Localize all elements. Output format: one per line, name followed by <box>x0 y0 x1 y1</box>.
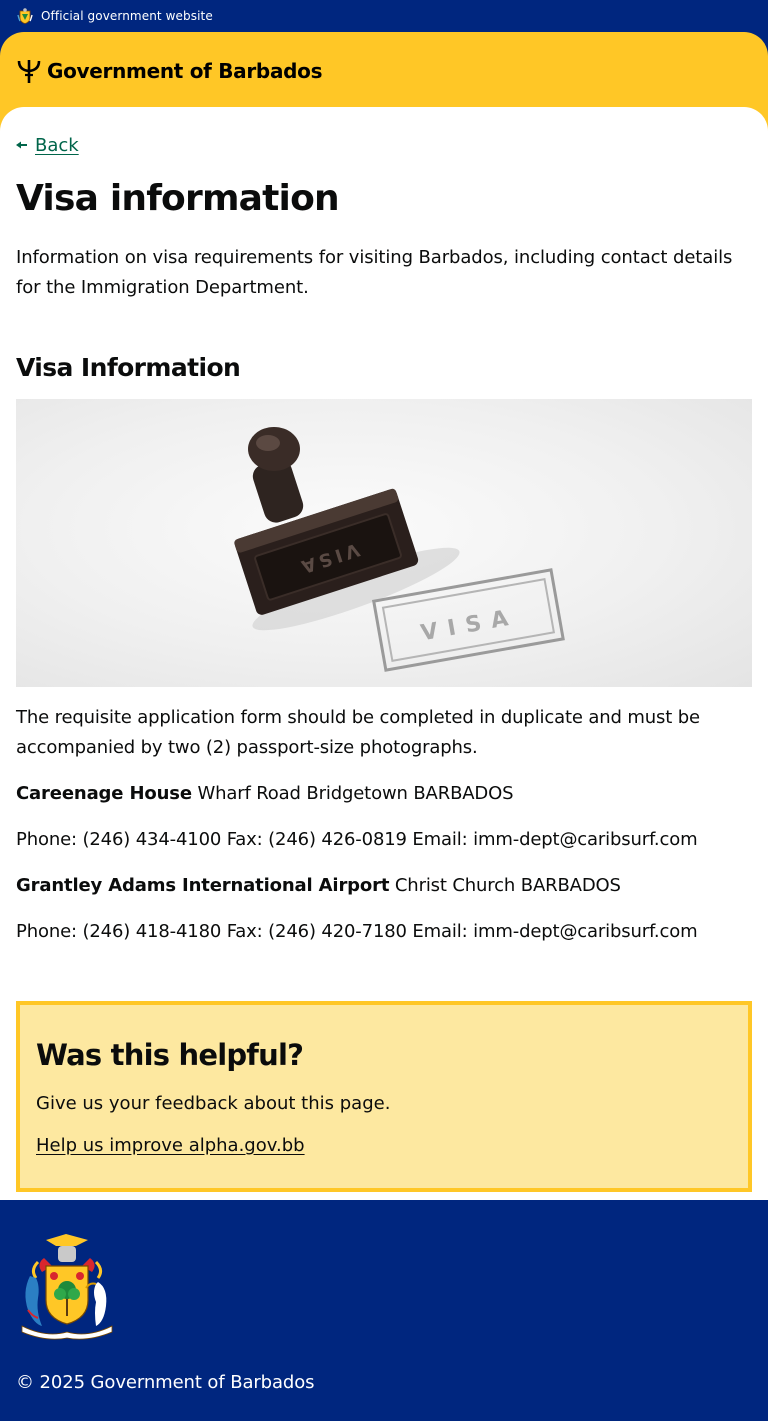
official-banner: Official government website <box>0 0 768 32</box>
coat-of-arms-icon <box>17 8 33 24</box>
brand-name: Government of Barbados <box>47 59 323 83</box>
office-address-text: Christ Church BARBADOS <box>394 875 621 896</box>
main-content: Back Visa information Information on vis… <box>0 107 768 1200</box>
office-name: Grantley Adams International Airport <box>16 875 390 896</box>
feedback-heading: Was this helpful? <box>36 1038 304 1072</box>
page-title: Visa information <box>16 178 340 219</box>
coat-of-arms-icon <box>21 1234 113 1340</box>
visa-stamp-image: VISA VISA <box>16 399 752 687</box>
printed-stamp-text: VISA <box>419 605 520 647</box>
copyright: © 2025 Government of Barbados <box>16 1372 315 1393</box>
page-lede: Information on visa requirements for vis… <box>16 247 733 298</box>
arrow-left-icon <box>16 141 27 149</box>
feedback-text: Give us your feedback about this page. <box>36 1093 391 1114</box>
trident-icon <box>17 60 41 83</box>
office-address-text: Wharf Road Bridgetown BARBADOS <box>197 783 514 804</box>
office-name: Careenage House <box>16 783 192 804</box>
office-address: Careenage House Wharf Road Bridgetown BA… <box>16 779 752 809</box>
office-contact: Phone: (246) 434-4100 Fax: (246) 426-081… <box>16 829 698 850</box>
brand-link[interactable]: Government of Barbados <box>16 58 752 84</box>
section-heading: Visa Information <box>16 353 241 382</box>
office-address: Grantley Adams International Airport Chr… <box>16 871 752 901</box>
official-label: Official government website <box>41 9 213 23</box>
feedback-link[interactable]: Help us improve alpha.gov.bb <box>36 1135 305 1156</box>
back-link-row: Back <box>16 133 752 157</box>
office-contact: Phone: (246) 418-4180 Fax: (246) 420-718… <box>16 921 698 942</box>
feedback-panel: Was this helpful? Give us your feedback … <box>16 1001 752 1192</box>
intro-paragraph: The requisite application form should be… <box>16 707 700 758</box>
back-link[interactable]: Back <box>35 135 79 156</box>
site-footer: © 2025 Government of Barbados <box>0 1200 768 1421</box>
